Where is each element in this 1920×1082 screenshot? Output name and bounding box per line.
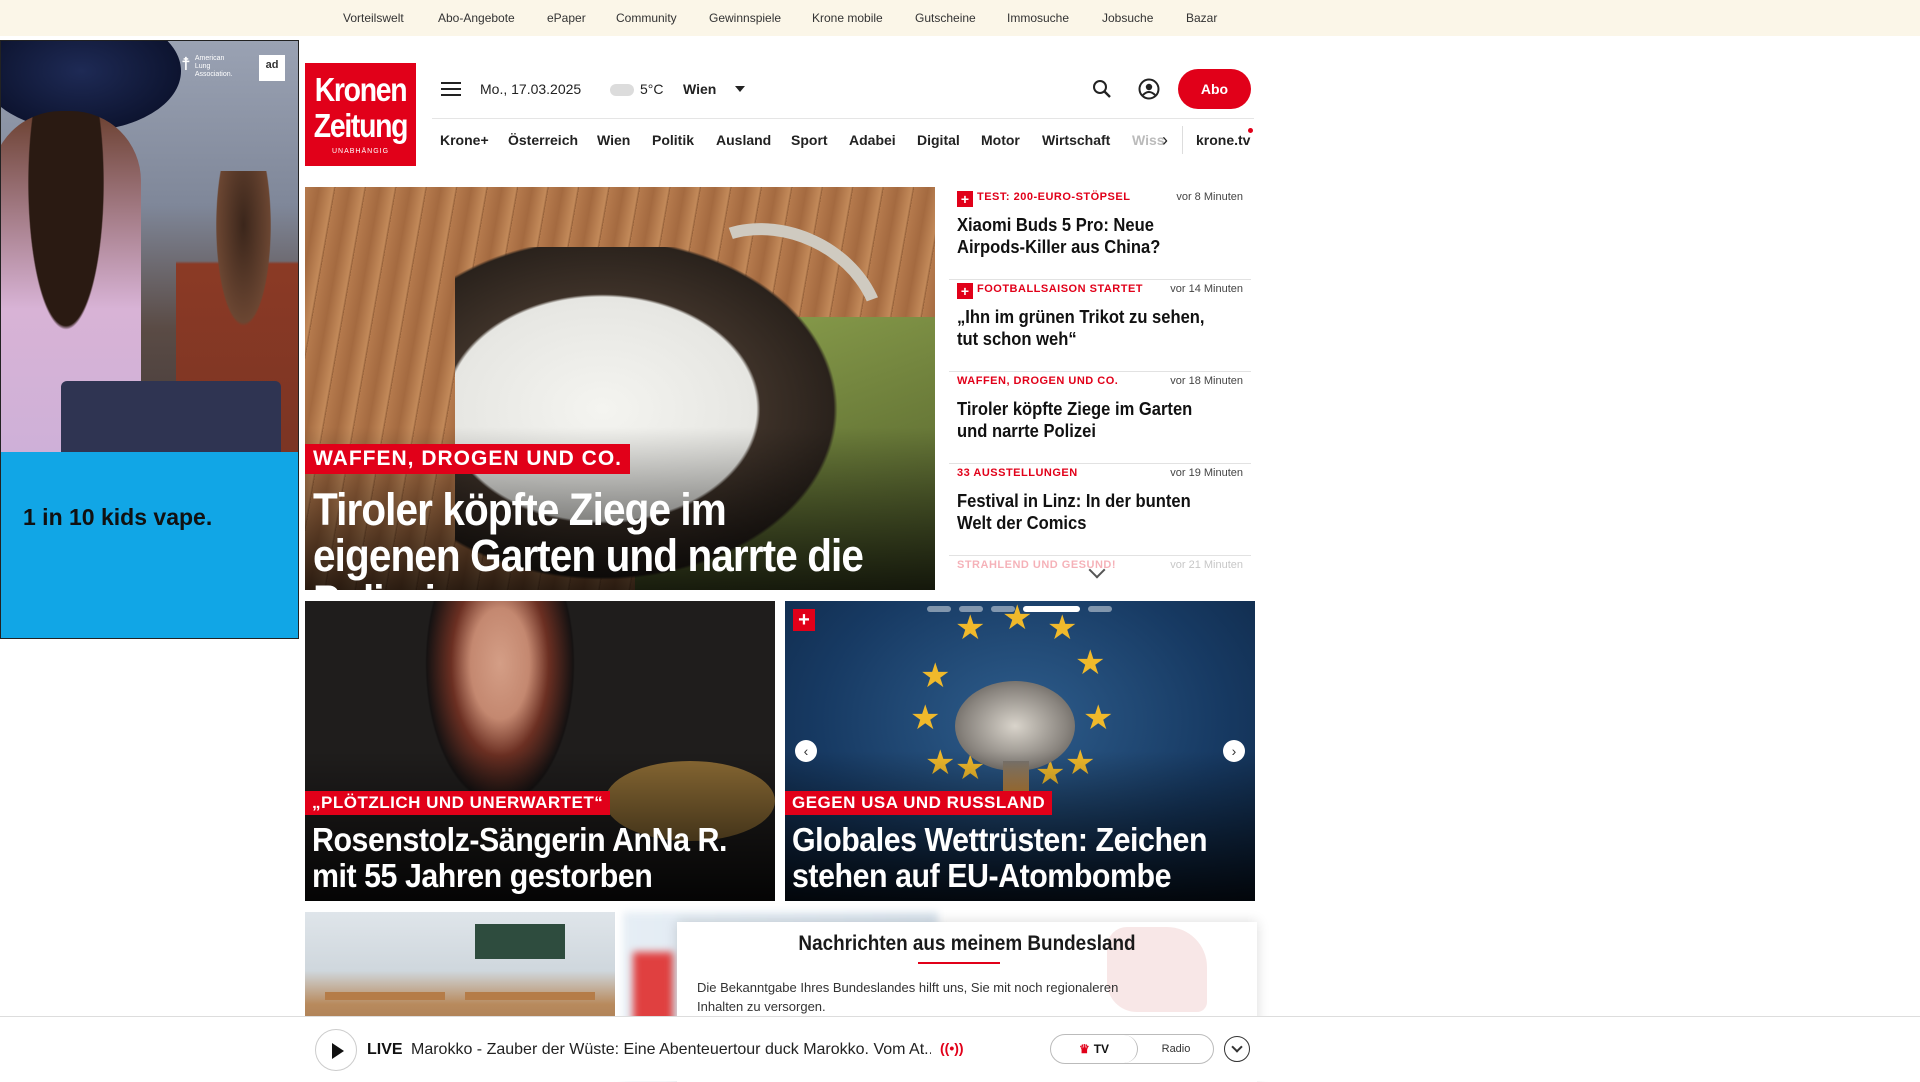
teaser-card-singer[interactable]: „PLÖTZLICH UND UNERWARTET“ Rosenstolz-Sä… [305,601,775,901]
topbar-link-vorteilswelt[interactable]: Vorteilswelt [343,11,404,25]
nav-item-krone-plus[interactable]: Krone+ [440,132,489,148]
nav-separator [1182,126,1183,154]
card-kicker: „PLÖTZLICH UND UNERWARTET“ [305,791,611,815]
ad-sponsor-logo: ☨ American Lung Association. [181,54,233,78]
news-category: 33 AUSSTELLUNGEN [957,467,1078,479]
topbar-link-abo-angebote[interactable]: Abo-Angebote [438,11,515,25]
live-label: LIVE [367,1041,403,1058]
carousel-next-icon[interactable]: › [1223,740,1245,762]
news-title[interactable]: Tiroler köpfte Ziege im Garten und narrt… [957,398,1226,442]
news-item[interactable]: + FOOTBALLSAISON STARTET vor 14 Minuten … [949,279,1251,372]
search-icon[interactable] [1092,79,1112,99]
topbar-link-jobsuche[interactable]: Jobsuche [1102,11,1153,25]
current-date: Mo., 17.03.2025 [480,81,582,97]
nav-divider [432,118,1254,119]
nav-item-motor[interactable]: Motor [981,132,1020,148]
news-time: vor 21 Minuten [1170,559,1243,571]
ad-council-badge: ad [259,55,285,81]
abo-button[interactable]: Abo [1178,69,1251,109]
news-item[interactable]: 33 AUSSTELLUNGEN vor 19 Minuten Festival… [949,463,1251,556]
krone-plus-icon: + [793,609,815,631]
topbar-link-krone-mobile[interactable]: Krone mobile [812,11,883,25]
krone-plus-icon: + [957,191,973,207]
topbar-link-gutscheine[interactable]: Gutscheine [915,11,976,25]
nav-item-wien[interactable]: Wien [597,132,630,148]
nav-item-wissen[interactable]: Wiss [1132,132,1165,148]
nav-item-adabei[interactable]: Adabei [849,132,896,148]
advertisement-banner[interactable]: ☨ American Lung Association. ad 1 in 10 k… [0,40,299,639]
news-category: WAFFEN, DROGEN UND CO. [957,375,1119,387]
nav-scroll-right-icon[interactable]: › [1162,130,1168,151]
expand-player-chevron-icon[interactable] [1224,1036,1250,1062]
crown-icon: ♛ [1078,1042,1090,1056]
temperature: 5°C [640,81,664,97]
dialog-heading: Nachrichten aus meinem Bundesland [798,932,1136,955]
nav-item-sport[interactable]: Sport [791,132,828,148]
user-icon[interactable] [1138,78,1160,100]
news-time: vor 14 Minuten [1170,283,1243,295]
top-utility-bar: Vorteilswelt Abo-Angebote ePaper Communi… [0,0,1920,36]
chevron-down-icon[interactable] [735,86,745,92]
carousel-dot[interactable] [991,606,1015,612]
city-selector[interactable]: Wien [683,81,716,97]
player-program-title[interactable]: Marokko - Zauber der Wüste: Eine Abenteu… [411,1041,931,1059]
hero-kicker: WAFFEN, DROGEN UND CO. [305,444,630,474]
news-title[interactable]: „Ihn im grünen Trikot zu sehen, tut scho… [957,306,1226,350]
topbar-link-epaper[interactable]: ePaper [547,11,586,25]
news-title[interactable]: Xiaomi Buds 5 Pro: Neue Airpods-Killer a… [957,214,1226,258]
news-item[interactable]: + TEST: 200-EURO-STÖPSEL vor 8 Minuten X… [949,187,1251,280]
nav-item-politik[interactable]: Politik [652,132,694,148]
latest-news-list: + TEST: 200-EURO-STÖPSEL vor 8 Minuten X… [949,187,1251,577]
topbar-link-community[interactable]: Community [616,11,677,25]
news-title[interactable]: Festival in Linz: In der bunten Welt der… [957,490,1226,534]
card-title[interactable]: Globales Wettrüsten: Zeichen stehen auf … [792,822,1215,894]
topbar-link-immosuche[interactable]: Immosuche [1007,11,1069,25]
nav-item-ausland[interactable]: Ausland [716,132,771,148]
tv-radio-toggle[interactable]: ♛ TV Radio [1050,1034,1214,1064]
nav-item-wirtschaft[interactable]: Wirtschaft [1042,132,1110,148]
carousel-prev-icon[interactable]: ‹ [795,740,817,762]
ad-headline: 1 in 10 kids vape. [23,504,213,530]
carousel-dot[interactable] [927,606,951,612]
topbar-link-bazar[interactable]: Bazar [1186,11,1217,25]
nav-item-oesterreich[interactable]: Österreich [508,132,578,148]
heading-underline [918,962,1000,964]
news-time: vor 18 Minuten [1170,375,1243,387]
carousel-dot[interactable] [959,606,983,612]
play-icon[interactable] [315,1029,357,1071]
nav-item-digital[interactable]: Digital [917,132,960,148]
topbar-link-gewinnspiele[interactable]: Gewinnspiele [709,11,781,25]
news-item[interactable]: WAFFEN, DROGEN UND CO. vor 18 Minuten Ti… [949,371,1251,464]
carousel-dot[interactable] [1088,606,1112,612]
news-category: TEST: 200-EURO-STÖPSEL [977,191,1131,203]
news-time: vor 8 Minuten [1176,191,1243,203]
broadcast-icon: ((•)) [940,1040,964,1056]
radio-tab[interactable]: Radio [1139,1035,1213,1063]
dialog-text: Die Bekanntgabe Ihres Bundeslandes hilft… [697,980,1119,1014]
live-player-bar: LIVE Marokko - Zauber der Wüste: Eine Ab… [0,1016,1920,1081]
site-logo[interactable]: Kronen Zeitung UNABHÄNGIG [305,63,416,166]
ad-image: ☨ American Lung Association. ad [1,41,298,452]
nav-item-krone-tv[interactable]: krone.tv [1196,132,1250,148]
hero-title[interactable]: Tiroler köpfte Ziege im eigenen Garten u… [313,487,871,591]
hero-teaser[interactable]: WAFFEN, DROGEN UND CO. Tiroler köpfte Zi… [305,187,935,590]
news-category: FOOTBALLSAISON STARTET [977,283,1144,295]
krone-plus-icon: + [957,283,973,299]
news-time: vor 19 Minuten [1170,467,1243,479]
card-title[interactable]: Rosenstolz-Sängerin AnNa R. mit 55 Jahre… [312,822,735,894]
cloud-icon [610,84,634,96]
tv-tab[interactable]: ♛ TV [1051,1035,1138,1063]
card-kicker: GEGEN USA UND RUSSLAND [785,791,1053,815]
carousel-dot-active[interactable] [1023,606,1080,612]
teaser-card-carousel[interactable]: ★ ★ ★ ★ ★ ★ ★ ★ ★ ★ ★ + GEGEN USA UND RU… [785,601,1255,901]
live-indicator-dot [1248,128,1253,133]
menu-icon[interactable] [441,82,461,98]
